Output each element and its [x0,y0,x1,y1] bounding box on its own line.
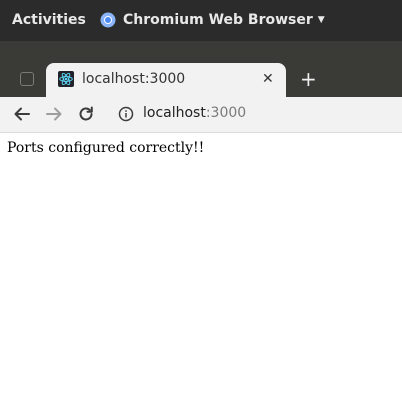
url-host: localhost [143,105,206,121]
page-content: Ports configured correctly!! [0,133,402,408]
tab-localhost[interactable]: localhost:3000 ✕ [46,63,286,97]
info-icon[interactable] [118,106,134,122]
url-port: :3000 [205,105,247,121]
react-icon [58,71,74,87]
app-title: Chromium Web Browser [123,12,313,28]
activities-button[interactable]: Activities [12,12,86,28]
reload-icon[interactable] [77,105,95,123]
address-bar[interactable]: localhost:3000 [143,105,246,121]
close-icon[interactable]: ✕ [262,72,274,86]
browser-toolbar: localhost:3000 [0,97,402,133]
chromium-icon [100,12,116,28]
arrow-left-icon[interactable] [13,105,31,123]
arrow-right-icon[interactable] [45,105,63,123]
app-menu[interactable]: Chromium Web Browser ▼ [100,12,325,28]
page-message: Ports configured correctly!! [7,140,205,156]
caret-down-icon: ▼ [317,15,325,25]
tab-title: localhost:3000 [82,71,186,87]
window-title-bar [0,41,402,63]
tab-search-icon[interactable] [20,72,34,86]
tab-strip: localhost:3000 ✕ + [0,63,402,97]
system-top-bar: Activities Chromium Web Browser ▼ [0,0,402,41]
plus-icon[interactable]: + [300,67,317,91]
